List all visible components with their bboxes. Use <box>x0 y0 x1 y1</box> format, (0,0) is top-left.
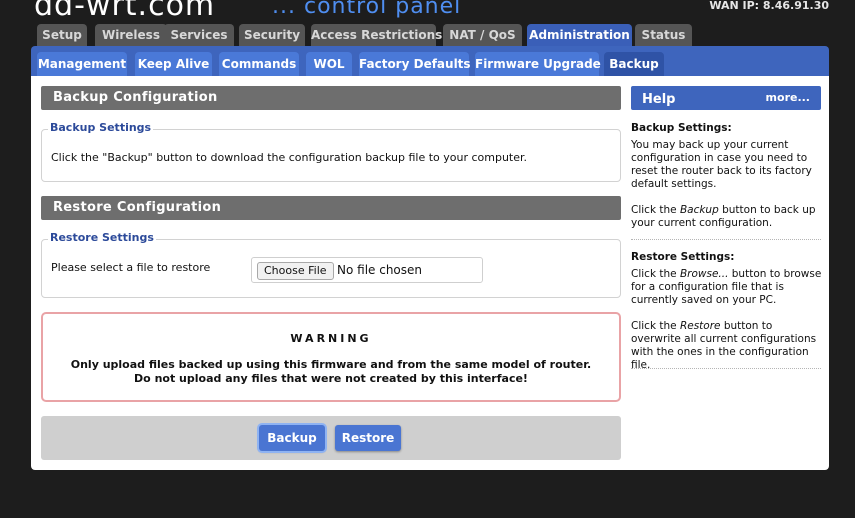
restore-settings-legend: Restore Settings <box>48 231 156 244</box>
backup-settings-legend: Backup Settings <box>48 121 154 134</box>
restore-file-input[interactable]: Choose File No file chosen <box>251 257 483 283</box>
subtab-backup[interactable]: Backup <box>604 52 664 76</box>
dd-wrt-logo: dd-wrt.com <box>34 0 216 23</box>
restore-button[interactable]: Restore <box>335 425 401 451</box>
tab-administration[interactable]: Administration <box>527 24 632 48</box>
help-restore-title: Restore Settings: <box>631 251 823 264</box>
help-emphasis: Backup <box>679 204 719 216</box>
warning-line-2: Do not upload any files that were not cr… <box>134 372 528 385</box>
backup-instructions: Click the "Backup" button to download th… <box>51 151 528 164</box>
help-backup-heading: Backup Settings: <box>631 122 732 134</box>
help-divider <box>631 239 821 240</box>
help-text: Click the <box>631 320 680 332</box>
subtab-commands[interactable]: Commands <box>219 52 299 76</box>
help-text: Click the <box>631 204 680 216</box>
restore-settings-fieldset: Restore Settings Please select a file to… <box>41 231 621 298</box>
help-backup-paragraph-2: Click the Backup button to back up your … <box>631 204 823 230</box>
subtab-factory-defaults[interactable]: Factory Defaults <box>359 52 471 76</box>
subtab-keep-alive[interactable]: Keep Alive <box>135 52 212 76</box>
no-file-chosen-text: No file chosen <box>337 263 423 277</box>
subtab-wol[interactable]: WOL <box>306 52 352 76</box>
tab-wireless[interactable]: Wireless <box>95 24 167 46</box>
wan-ip-label: WAN IP: 8.46.91.30 <box>709 0 829 12</box>
tab-setup[interactable]: Setup <box>37 24 87 46</box>
help-text: Click the <box>631 268 680 280</box>
tab-access-restrictions[interactable]: Access Restrictions <box>311 24 442 46</box>
warning-box: WARNING Only upload files backed up usin… <box>41 312 621 402</box>
help-title: Help <box>642 92 676 107</box>
tab-services[interactable]: Services <box>164 24 234 46</box>
help-restore-heading: Restore Settings: <box>631 251 735 263</box>
control-panel-tagline: ... control panel <box>272 0 462 19</box>
backup-button[interactable]: Backup <box>259 425 325 451</box>
restore-file-label: Please select a file to restore <box>51 261 211 274</box>
content-panel: Backup Configuration Backup Settings Cli… <box>31 76 829 470</box>
tab-nat-qos[interactable]: NAT / QoS <box>443 24 522 46</box>
help-restore-paragraph-1: Click the Browse... button to browse for… <box>631 268 823 307</box>
choose-file-button[interactable]: Choose File <box>257 262 334 280</box>
backup-section-heading: Backup Configuration <box>41 86 621 110</box>
backup-settings-fieldset: Backup Settings Click the "Backup" butto… <box>41 121 621 182</box>
help-backup-title: Backup Settings: <box>631 122 823 135</box>
help-emphasis: Restore <box>679 320 721 332</box>
sub-tabs: Management Keep Alive Commands WOL Facto… <box>31 46 829 76</box>
subtab-firmware-upgrade[interactable]: Firmware Upgrade <box>475 52 601 76</box>
help-more-link[interactable]: more... <box>766 86 810 110</box>
help-header: Help more... <box>631 86 821 110</box>
warning-title: WARNING <box>290 332 372 345</box>
help-divider <box>631 368 821 369</box>
tab-security[interactable]: Security <box>239 24 305 46</box>
help-backup-paragraph-1: You may back up your current configurati… <box>631 139 812 190</box>
help-restore-paragraph-2: Click the Restore button to overwrite al… <box>631 320 823 372</box>
help-emphasis: Browse... <box>679 268 729 280</box>
tab-status[interactable]: Status <box>635 24 692 46</box>
warning-line-1: Only upload files backed up using this f… <box>70 358 592 371</box>
action-button-bar: Backup Restore <box>41 416 621 460</box>
subtab-management[interactable]: Management <box>37 52 127 76</box>
restore-section-heading: Restore Configuration <box>41 196 621 220</box>
